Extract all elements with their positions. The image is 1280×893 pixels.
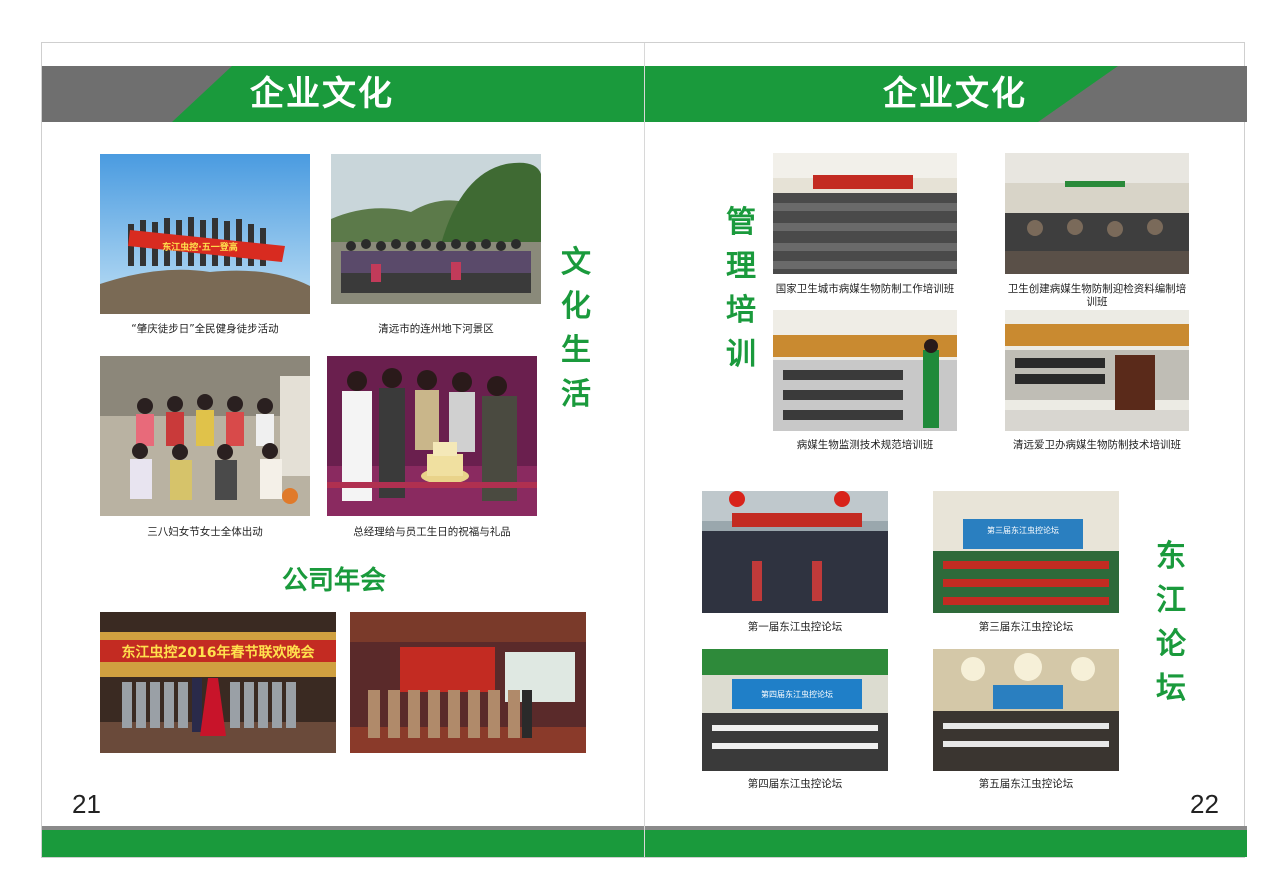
caption-birthday: 总经理给与员工生日的祝福与礼品 — [353, 526, 511, 538]
forum3-screen-text: 第三届东江虫控论坛 — [987, 525, 1059, 535]
caption-forum-3: 第三届东江虫控论坛 — [978, 621, 1074, 633]
caption-hiking: “肇庆徒步日”全民健身徒步活动 — [131, 323, 279, 335]
caption-womens-day: 三八妇女节女士全体出动 — [147, 526, 263, 538]
right-page: 企业文化 管理培训 国家卫生城市病媒生物防制工作培训班 卫生创建病媒生物防制迎检… — [644, 43, 1247, 857]
section-title-management-training: 管理培训 — [726, 205, 756, 372]
section-title-culture-life: 文化生活 — [561, 245, 591, 412]
footer-green-band — [645, 830, 1247, 857]
left-page: 企业文化 东江虫控·五一登高 “肇庆徒步日”全民健身徒步活动 清远市的连州地下河… — [42, 43, 644, 857]
photo-training-1 — [773, 153, 957, 274]
header-green-band — [645, 66, 1118, 122]
photo-birthday — [327, 356, 537, 516]
caption-forum-1: 第一届东江虫控论坛 — [747, 621, 843, 633]
page-number-left: 21 — [72, 789, 101, 819]
header-title: 企业文化 — [250, 74, 394, 114]
photo-forum-1 — [702, 491, 888, 613]
caption-forum-4: 第四届东江虫控论坛 — [747, 778, 843, 790]
section-title-annual-meeting: 公司年会 — [282, 566, 387, 596]
footer-green-band — [42, 830, 644, 857]
photo-training-2 — [1005, 153, 1189, 274]
hike-banner-text: 东江虫控·五一登高 — [162, 241, 237, 253]
caption-scenic: 清远市的连州地下河景区 — [378, 323, 494, 335]
photo-forum-4: 第四届东江虫控论坛 — [702, 649, 888, 771]
header-title: 企业文化 — [883, 74, 1027, 114]
photo-gala-awards — [350, 612, 586, 753]
photo-forum-5 — [933, 649, 1119, 771]
photo-training-4 — [1005, 310, 1189, 431]
caption-training-2: 卫生创建病媒生物防制迎检资料编制培训班 — [1007, 283, 1187, 308]
photo-womens-day — [100, 356, 310, 516]
gala-banner-text: 东江虫控2016年春节联欢晚会 — [122, 644, 316, 661]
photo-scenic-group — [331, 154, 541, 304]
caption-training-4: 清远爱卫办病媒生物防制技术培训班 — [1013, 439, 1181, 451]
forum4-screen-text: 第四届东江虫控论坛 — [761, 689, 833, 699]
photo-spring-gala: 东江虫控2016年春节联欢晚会 — [100, 612, 336, 753]
photo-forum-3: 第三届东江虫控论坛 — [933, 491, 1119, 613]
page-number-right: 22 — [1190, 789, 1219, 819]
photo-hiking: 东江虫控·五一登高 — [100, 154, 310, 314]
brochure-spread: 企业文化 东江虫控·五一登高 “肇庆徒步日”全民健身徒步活动 清远市的连州地下河… — [41, 42, 1247, 858]
caption-forum-5: 第五届东江虫控论坛 — [978, 778, 1074, 790]
caption-training-3: 病媒生物监测技术规范培训班 — [796, 439, 934, 451]
caption-training-1: 国家卫生城市病媒生物防制工作培训班 — [775, 283, 955, 295]
header-green-band — [172, 66, 644, 122]
photo-training-3 — [773, 310, 957, 431]
section-title-dongjiang-forum: 东江论坛 — [1156, 539, 1186, 706]
